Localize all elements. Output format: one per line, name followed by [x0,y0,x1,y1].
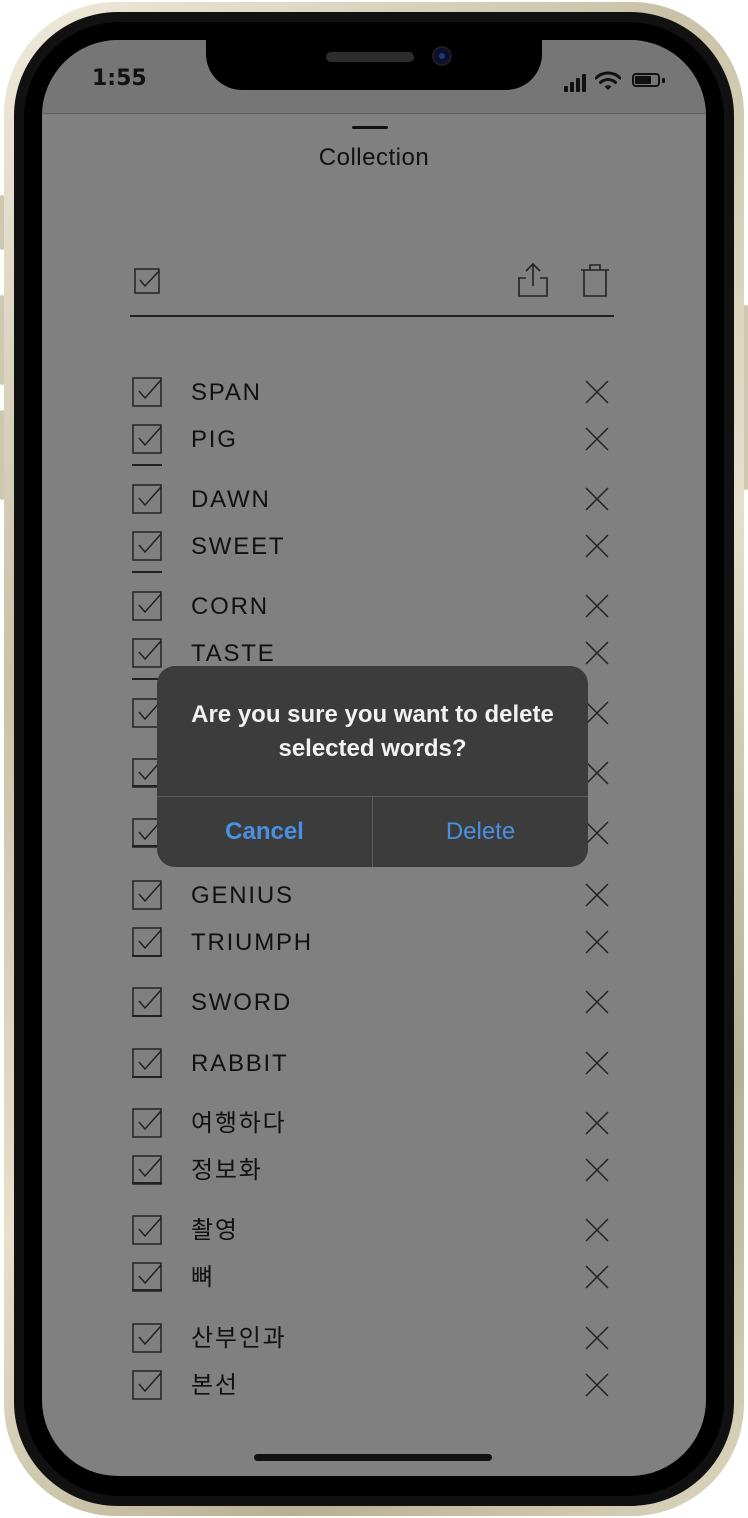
group-separator [132,1289,162,1291]
checkbox-checked-icon[interactable] [132,377,162,407]
remove-word-icon[interactable] [584,989,610,1015]
remove-word-icon[interactable] [584,1325,610,1351]
word-label: DAWN [191,486,271,513]
word-label: GENIUS [191,882,294,909]
word-label: CORN [191,593,269,620]
word-label: SPAN [191,379,262,406]
checkbox-checked-icon[interactable] [132,638,162,668]
checkbox-checked-icon[interactable] [132,1262,162,1292]
group-separator [132,571,162,573]
alert-message: Are you sure you want to delete selected… [191,701,554,762]
checkbox-checked-icon[interactable] [132,424,162,454]
list-item: DAWN [42,484,706,530]
list-item: SPAN [42,377,706,423]
checkbox-checked-icon[interactable] [132,484,162,514]
checkbox-checked-icon[interactable] [132,1323,162,1353]
list-item: TRIUMPH [42,927,706,973]
checkbox-checked-icon[interactable] [132,1370,162,1400]
word-label: SWEET [191,533,286,560]
list-item: 정보화 [42,1155,706,1201]
remove-word-icon[interactable] [584,1050,610,1076]
word-label: 정보화 [191,1157,263,1184]
group-separator [132,1076,162,1078]
remove-word-icon[interactable] [584,1157,610,1183]
remove-word-icon[interactable] [584,593,610,619]
word-label: PIG [191,426,238,453]
delete-confirmation-alert: Are you sure you want to delete selected… [157,666,588,867]
word-label: SWORD [191,989,292,1016]
list-item: CORN [42,591,706,637]
cancel-button[interactable]: Cancel [157,797,372,867]
checkbox-checked-icon[interactable] [132,1215,162,1245]
side-button-volume-down [0,410,4,500]
remove-word-icon[interactable] [584,379,610,405]
side-button-mute [0,195,4,250]
remove-word-icon[interactable] [584,1217,610,1243]
remove-word-icon[interactable] [584,1110,610,1136]
remove-word-icon[interactable] [584,929,610,955]
list-item: 촬영 [42,1215,706,1261]
word-label: 산부인과 [191,1325,287,1352]
word-label: 본선 [191,1372,239,1399]
remove-word-icon[interactable] [584,640,610,666]
list-item: 뼈 [42,1262,706,1308]
remove-word-icon[interactable] [584,426,610,452]
screen: 1:55 Collection SPAN PIG DAWN SWEET CORN… [42,40,706,1476]
group-separator [132,1015,162,1017]
checkbox-checked-icon[interactable] [132,987,162,1017]
group-separator [132,1182,162,1184]
word-label: TRIUMPH [191,929,313,956]
list-item: 여행하다 [42,1108,706,1154]
side-button-volume-up [0,295,4,385]
remove-word-icon[interactable] [584,882,610,908]
group-separator [132,955,162,957]
list-item: 본선 [42,1370,706,1416]
remove-word-icon[interactable] [584,1264,610,1290]
remove-word-icon[interactable] [584,486,610,512]
delete-button[interactable]: Delete [373,797,588,867]
checkbox-checked-icon[interactable] [132,591,162,621]
checkbox-checked-icon[interactable] [132,1155,162,1185]
checkbox-checked-icon[interactable] [132,880,162,910]
list-item: RABBIT [42,1048,706,1094]
side-button-power [744,305,748,490]
checkbox-checked-icon[interactable] [132,1108,162,1138]
list-item: GENIUS [42,880,706,926]
remove-word-icon[interactable] [584,533,610,559]
group-separator [132,464,162,466]
checkbox-checked-icon[interactable] [132,927,162,957]
list-item: SWORD [42,987,706,1033]
word-label: 여행하다 [191,1110,287,1137]
word-label: 뼈 [191,1264,215,1291]
remove-word-icon[interactable] [584,1372,610,1398]
list-item: 산부인과 [42,1323,706,1369]
checkbox-checked-icon[interactable] [132,531,162,561]
word-label: 촬영 [191,1217,239,1244]
word-label: RABBIT [191,1050,289,1077]
home-indicator[interactable] [254,1454,492,1461]
checkbox-checked-icon[interactable] [132,1048,162,1078]
